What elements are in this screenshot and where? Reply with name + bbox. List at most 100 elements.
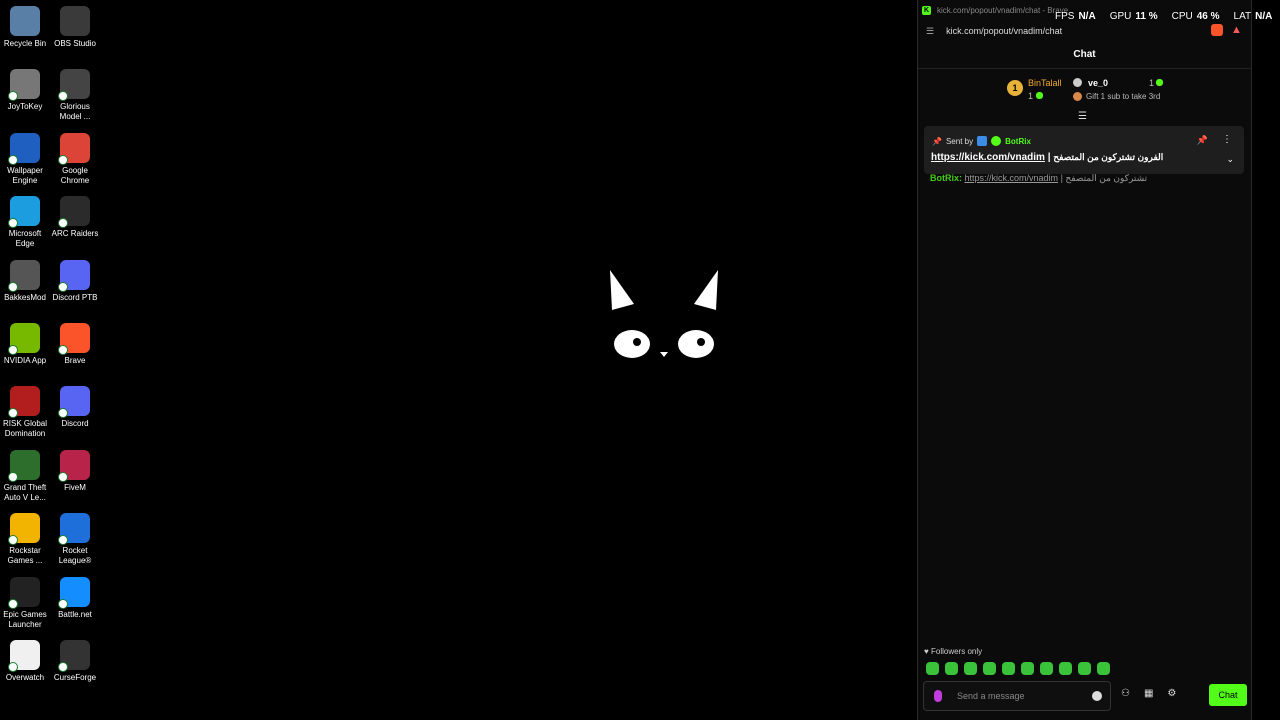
silver-medal-icon xyxy=(1073,78,1082,87)
emote-icon[interactable] xyxy=(1078,662,1091,675)
message-user[interactable]: BotRix: xyxy=(930,173,962,183)
emote-icon[interactable] xyxy=(1040,662,1053,675)
emote-icon[interactable] xyxy=(983,662,996,675)
shortcut-arrow-icon xyxy=(58,662,68,672)
kicks-icon[interactable]: ⚇ xyxy=(1121,688,1130,699)
emote-icon[interactable] xyxy=(926,662,939,675)
unpin-icon[interactable]: 📌 xyxy=(1197,135,1208,146)
desktop-shortcut-label: OBS Studio xyxy=(54,39,96,48)
desktop-shortcut[interactable]: OBS Studio xyxy=(50,6,100,49)
chat-input-box[interactable]: Send a message xyxy=(923,681,1111,711)
desktop-shortcut-label: Overwatch xyxy=(5,673,45,682)
desktop-shortcut[interactable]: Wallpaper Engine xyxy=(0,132,50,186)
emote-icon[interactable] xyxy=(945,662,958,675)
desktop-shortcut[interactable]: Discord xyxy=(50,386,100,429)
brave-rewards-icon[interactable]: ▲ xyxy=(1231,24,1243,36)
shortcut-arrow-icon xyxy=(58,345,68,355)
more-options-icon[interactable]: ⋮ xyxy=(1222,134,1232,145)
shortcut-arrow-icon xyxy=(58,154,68,165)
rocket-league-icon xyxy=(58,513,90,546)
desktop-shortcut-label: Recycle Bin xyxy=(3,39,47,48)
sub-leaderboard: 1 BinTalall 1 ve_0 1 Gift 1 sub to take … xyxy=(918,74,1251,114)
desktop-shortcut[interactable]: Glorious Model ... xyxy=(50,69,100,122)
desktop-shortcut[interactable]: Rockstar Games ... xyxy=(0,513,50,566)
gift-text: Gift 1 sub to take 3rd xyxy=(1086,92,1161,101)
discord-icon xyxy=(58,386,90,419)
desktop-shortcut-label: Discord xyxy=(61,419,89,429)
gear-icon[interactable]: ⚙ xyxy=(1167,688,1176,699)
chat-tools: ⚇ ▦ ⚙ xyxy=(1121,688,1176,699)
microphone-icon[interactable] xyxy=(934,690,942,702)
desktop-shortcut[interactable]: CurseForge xyxy=(50,640,100,683)
desktop-shortcut[interactable]: RISK Global Domination xyxy=(0,386,50,439)
obs-icon xyxy=(60,6,90,36)
leader-first-name[interactable]: BinTalall xyxy=(1028,78,1062,88)
desktop-shortcut[interactable]: Google Chrome xyxy=(50,132,100,186)
wallpaper-cat-logo xyxy=(610,270,718,358)
chevron-down-icon[interactable]: ⌄ xyxy=(1226,154,1234,165)
emote-icon[interactable] xyxy=(964,662,977,675)
desktop-shortcut-label: Glorious Model ... xyxy=(59,102,91,122)
emote-icon[interactable] xyxy=(1097,662,1110,675)
leader-first-count: 1 xyxy=(1028,91,1034,101)
followers-only-label: Followers only xyxy=(930,647,983,656)
sent-by-label: Sent by xyxy=(945,136,974,146)
pinned-sender-row: 📌 Sent by BotRix xyxy=(932,136,1031,146)
pinned-sender-name[interactable]: BotRix xyxy=(1005,137,1031,146)
send-chat-button[interactable]: Chat xyxy=(1209,684,1247,706)
message-link[interactable]: https://kick.com/vnadim xyxy=(965,173,1059,183)
address-bar[interactable]: ☰ kick.com/popout/vnadim/chat ▲ xyxy=(918,20,1251,42)
desktop-shortcut[interactable]: Overwatch xyxy=(0,640,50,683)
followers-only-notice: ♥ Followers only xyxy=(924,647,982,656)
chat-message: BotRix: https://kick.com/vnadim | تشتركو… xyxy=(930,173,1147,184)
emote-icon[interactable] xyxy=(1002,662,1015,675)
nvidia-icon xyxy=(8,323,40,355)
desktop-shortcut[interactable]: Rocket League® xyxy=(50,513,100,566)
desktop-shortcut[interactable]: Recycle Bin xyxy=(0,6,50,49)
leader-second-name[interactable]: ve_0 xyxy=(1088,78,1108,88)
url-text[interactable]: kick.com/popout/vnadim/chat xyxy=(946,26,1062,36)
fivem-icon xyxy=(58,449,90,482)
desktop-shortcut[interactable]: Brave xyxy=(50,323,100,366)
desktop-shortcut[interactable]: ARC Raiders xyxy=(50,196,100,239)
desktop-shortcut-label: RISK Global Domination xyxy=(2,419,48,439)
message-arabic-text: تشتركون من المتصفح xyxy=(1065,173,1148,183)
desktop-shortcut[interactable]: Discord PTB xyxy=(50,259,100,303)
bakkesmod-icon xyxy=(8,259,40,292)
epic-games-icon xyxy=(8,576,40,609)
shortcut-arrow-icon xyxy=(8,471,18,482)
desktop-shortcut[interactable]: NVIDIA App xyxy=(0,323,50,366)
chat-input-placeholder[interactable]: Send a message xyxy=(957,691,1025,701)
pinned-message: 📌 Sent by BotRix https://kick.com/vnadim… xyxy=(924,126,1244,174)
pinned-link[interactable]: https://kick.com/vnadim xyxy=(931,152,1045,163)
cpu-stat: CPU 46 % xyxy=(1171,11,1220,22)
desktop-shortcut-label: Microsoft Edge xyxy=(8,229,42,249)
desktop-shortcut-label: Wallpaper Engine xyxy=(7,165,43,185)
desktop-shortcut-label: Google Chrome xyxy=(60,165,90,185)
emote-icon[interactable] xyxy=(1021,662,1034,675)
emote-icon[interactable] xyxy=(1059,662,1072,675)
shortcut-arrow-icon xyxy=(58,471,68,482)
desktop-shortcut-label: Brave xyxy=(64,356,86,365)
emoji-icon[interactable] xyxy=(1092,691,1102,701)
desktop-shortcut[interactable]: Epic Games Launcher xyxy=(0,576,50,630)
desktop-shortcut[interactable]: Grand Theft Auto V Le... xyxy=(0,449,50,503)
joytokey-icon xyxy=(8,69,40,102)
site-settings-icon[interactable]: ☰ xyxy=(926,26,934,37)
arc-raiders-icon xyxy=(58,196,90,229)
store-icon[interactable]: ▦ xyxy=(1144,688,1153,699)
gta-icon xyxy=(8,449,40,482)
brave-shields-icon[interactable] xyxy=(1211,24,1223,36)
shortcut-arrow-icon xyxy=(8,154,18,165)
desktop-shortcut[interactable]: Microsoft Edge xyxy=(0,196,50,249)
desktop-shortcut[interactable]: Battle.net xyxy=(50,576,100,620)
discord-icon xyxy=(58,259,90,292)
shortcut-arrow-icon xyxy=(8,281,18,292)
mouse-icon xyxy=(58,69,90,102)
desktop-shortcut-label: Rockstar Games ... xyxy=(7,546,43,566)
filter-icon[interactable]: ☰ xyxy=(1078,111,1087,122)
desktop-shortcut[interactable]: BakkesMod xyxy=(0,259,50,303)
desktop-shortcut[interactable]: JoyToKey xyxy=(0,69,50,112)
shortcut-arrow-icon xyxy=(58,535,68,546)
desktop-shortcut[interactable]: FiveM xyxy=(50,449,100,493)
